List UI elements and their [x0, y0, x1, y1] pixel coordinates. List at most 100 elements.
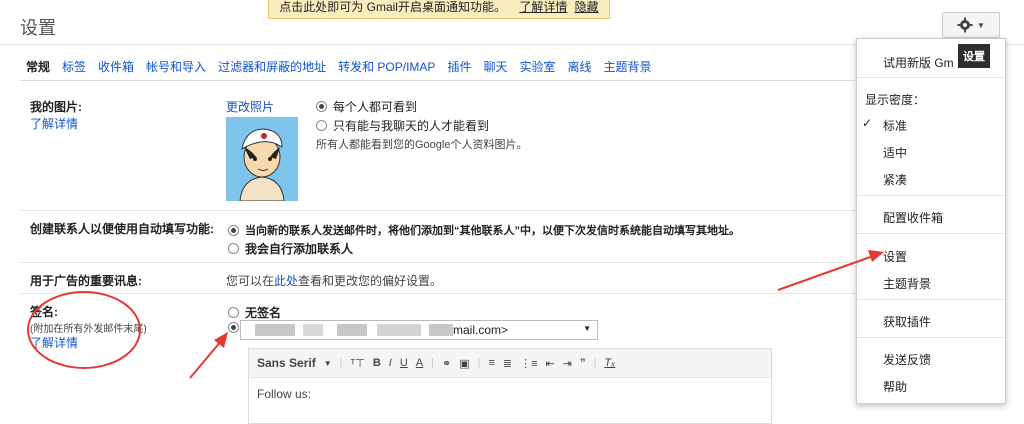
desktop-notification-bar[interactable]: 点击此处即可为 Gmail开启桌面通知功能。 了解详情 隐藏	[268, 0, 610, 19]
align-icon[interactable]: ≡	[488, 357, 494, 369]
font-family-select[interactable]: Sans Serif	[257, 356, 316, 370]
settings-dropdown-menu: 试用新版 Gm 显示密度： ✓ 标准 适中 紧凑 配置收件箱 设置 主题背景 获…	[856, 38, 1006, 404]
row-divider	[20, 293, 855, 294]
radio-custom-signature[interactable]	[228, 322, 239, 333]
notification-text[interactable]: 点击此处即可为 Gmail开启桌面通知功能。	[279, 0, 506, 14]
autocomplete-auto-label: 当向新的联系人发送邮件时，将他们添加到“其他联系人”中，以便下次发信时系统能自动…	[245, 225, 740, 237]
menu-try-new-gmail[interactable]: 试用新版 Gm	[883, 54, 954, 71]
signature-sub-label: (附加在所有外发邮件末尾)	[30, 324, 147, 335]
tab-forwarding[interactable]: 转发和 POP/IMAP	[338, 58, 435, 78]
numbered-list-icon[interactable]: ≣	[503, 357, 512, 370]
settings-gear-button[interactable]: ▼	[942, 12, 1000, 38]
quote-icon[interactable]: ”	[580, 357, 586, 369]
signature-account-select[interactable]: mail.com> ▼	[240, 320, 598, 340]
radio-autocomplete-manual[interactable]	[228, 243, 239, 254]
tab-labs[interactable]: 实验室	[519, 58, 555, 78]
checkmark-icon: ✓	[862, 116, 873, 130]
my-picture-label: 我的图片:	[30, 100, 82, 114]
redacted-block	[429, 324, 453, 336]
menu-divider	[857, 233, 1005, 234]
redacted-block	[303, 324, 323, 336]
notification-hide-link[interactable]: 隐藏	[575, 0, 599, 14]
indent-more-icon[interactable]: ⇥	[563, 357, 572, 370]
menu-density-standard[interactable]: 标准	[883, 117, 907, 134]
radio-everyone[interactable]	[316, 101, 327, 112]
redacted-block	[255, 324, 295, 336]
chevron-down-icon: ▼	[977, 20, 985, 30]
notification-learn-more-link[interactable]: 了解详情	[519, 0, 567, 14]
my-picture-learn-more-link[interactable]: 了解详情	[30, 115, 78, 132]
redacted-block	[337, 324, 367, 336]
picture-visibility-everyone[interactable]: 每个人都可看到	[316, 98, 417, 115]
image-icon[interactable]: ▣	[459, 357, 469, 370]
menu-settings[interactable]: 设置	[883, 248, 907, 265]
menu-configure-inbox[interactable]: 配置收件箱	[883, 209, 943, 226]
menu-density-header: 显示密度：	[865, 93, 926, 107]
ads-text: 您可以在此处查看和更改您的偏好设置。	[226, 272, 442, 289]
menu-divider	[857, 195, 1005, 196]
autocomplete-label: 创建联系人以便使用自动填写功能:	[30, 222, 214, 236]
clear-format-icon[interactable]: Tₓ	[604, 357, 615, 369]
menu-help[interactable]: 帮助	[883, 378, 907, 395]
tab-general[interactable]: 常规	[26, 58, 50, 78]
tab-filters[interactable]: 过滤器和屏蔽的地址	[218, 58, 326, 78]
tab-accounts[interactable]: 帐号和导入	[146, 58, 206, 78]
chevron-down-icon: ▼	[583, 324, 591, 333]
picture-note: 所有人都能看到您的Google个人资料图片。	[316, 139, 528, 151]
tab-labels[interactable]: 标签	[62, 58, 86, 78]
tabs-divider	[20, 80, 855, 81]
signature-email-tail: mail.com>	[453, 323, 509, 337]
tab-offline[interactable]: 离线	[567, 58, 591, 78]
menu-send-feedback[interactable]: 发送反馈	[883, 351, 931, 368]
autocomplete-manual-label: 我会自行添加联系人	[245, 242, 354, 256]
toolbar-separator: |	[431, 357, 434, 369]
radio-autocomplete-auto[interactable]	[228, 224, 239, 236]
signature-learn-more-link[interactable]: 了解详情	[30, 334, 78, 351]
picture-visibility-chat-only[interactable]: 只有能与我聊天的人才能看到	[316, 117, 489, 134]
bold-icon[interactable]: B	[373, 357, 381, 369]
autocomplete-manual-option[interactable]: 我会自行添加联系人	[228, 240, 353, 257]
menu-density-compact[interactable]: 紧凑	[883, 171, 907, 188]
settings-tooltip: 设置	[958, 44, 990, 68]
autocomplete-auto-option[interactable]: 当向新的联系人发送邮件时，将他们添加到“其他联系人”中，以便下次发信时系统能自动…	[228, 222, 740, 238]
tab-inbox[interactable]: 收件箱	[98, 58, 134, 78]
menu-divider	[857, 77, 1005, 78]
ads-text-after: 查看和更改您的偏好设置。	[298, 274, 443, 288]
menu-get-addons[interactable]: 获取插件	[883, 313, 931, 330]
row-divider	[20, 210, 855, 211]
menu-divider	[857, 337, 1005, 338]
toolbar-separator: |	[593, 357, 597, 369]
toolbar-separator: |	[477, 357, 481, 369]
row-divider	[20, 262, 855, 263]
ads-text-before: 您可以在	[226, 274, 275, 288]
picture-chat-only-label: 只有能与我聊天的人才能看到	[333, 119, 490, 133]
tab-addons[interactable]: 插件	[447, 58, 471, 78]
radio-no-signature[interactable]	[228, 307, 239, 318]
menu-density-comfortable[interactable]: 适中	[883, 144, 907, 161]
menu-themes[interactable]: 主题背景	[883, 275, 931, 292]
bulleted-list-icon[interactable]: ⋮≡	[520, 357, 537, 370]
text-color-icon[interactable]: A	[416, 357, 423, 369]
radio-chat-only[interactable]	[316, 120, 327, 131]
settings-tabs: 常规 标签 收件箱 帐号和导入 过滤器和屏蔽的地址 转发和 POP/IMAP 插…	[26, 58, 664, 78]
gear-icon	[957, 17, 973, 33]
tab-themes[interactable]: 主题背景	[604, 58, 652, 78]
chevron-down-icon[interactable]: ▼	[324, 359, 332, 368]
avatar-image	[226, 117, 298, 201]
change-photo-link[interactable]: 更改照片	[226, 98, 274, 115]
link-icon[interactable]: ⚭	[442, 357, 451, 370]
signature-none-option[interactable]: 无签名	[228, 304, 281, 321]
ads-here-link[interactable]: 此处	[274, 274, 298, 288]
tab-chat[interactable]: 聊天	[483, 58, 507, 78]
editor-toolbar: Sans Serif ▼ | ᵀ⊤ B I U A | ⚭ ▣ | ≡ ≣ ⋮≡…	[249, 349, 771, 378]
signature-editor[interactable]: Sans Serif ▼ | ᵀ⊤ B I U A | ⚭ ▣ | ≡ ≣ ⋮≡…	[248, 348, 772, 424]
ads-label: 用于广告的重要讯息:	[30, 274, 142, 288]
font-size-icon[interactable]: ᵀ⊤	[350, 357, 364, 370]
avatar[interactable]	[226, 117, 298, 201]
signature-body-text[interactable]: Follow us:	[257, 387, 311, 401]
italic-icon[interactable]: I	[389, 357, 392, 369]
underline-icon[interactable]: U	[400, 357, 408, 369]
menu-divider	[857, 299, 1005, 300]
page-title: 设置	[20, 18, 56, 38]
indent-less-icon[interactable]: ⇤	[546, 357, 555, 370]
